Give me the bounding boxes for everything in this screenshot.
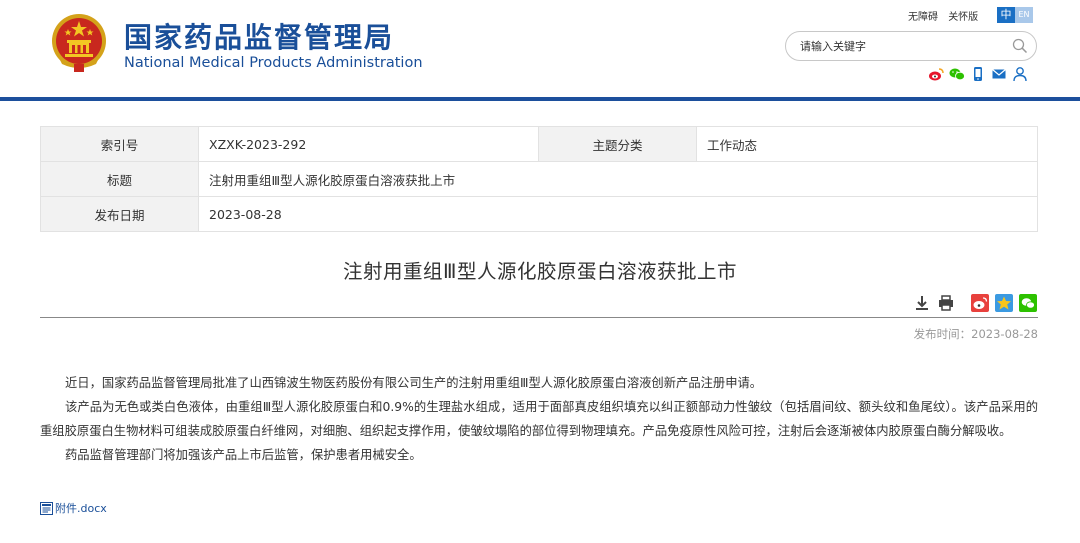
qzone-share-icon[interactable] [995, 294, 1013, 312]
attachment-label[interactable]: 附件.docx [55, 500, 107, 516]
site-title-cn[interactable]: 国家药品监督管理局 [124, 16, 394, 56]
date-value: 2023-08-28 [198, 196, 1038, 232]
download-icon[interactable] [913, 294, 931, 312]
search-box [785, 31, 1037, 61]
lang-en-button[interactable]: EN [1015, 7, 1033, 23]
wechat-icon[interactable] [949, 66, 965, 82]
header-divider-bar [0, 97, 1080, 101]
title-divider [40, 317, 1038, 318]
metadata-table: 索引号 XZXK-2023-292 主题分类 工作动态 标题 注射用重组Ⅲ型人源… [40, 126, 1038, 232]
site-title-en[interactable]: National Medical Products Administration [124, 55, 423, 71]
article-paragraph: 该产品为无色或类白色液体，由重组Ⅲ型人源化胶原蛋白和0.9%的生理盐水组成，适用… [40, 400, 1038, 438]
wechat-share-icon[interactable] [1019, 294, 1037, 312]
mobile-icon[interactable] [970, 66, 986, 82]
mail-icon[interactable] [991, 66, 1007, 82]
accessibility-link[interactable]: 无障碍 [908, 12, 938, 23]
category-value: 工作动态 [696, 126, 1038, 162]
table-row: 发布日期 2023-08-28 [40, 196, 1038, 232]
title-label: 标题 [40, 161, 199, 197]
site-header: 国家药品监督管理局 National Medical Products Admi… [0, 0, 1080, 97]
tools-spacer [961, 294, 965, 312]
weibo-share-icon[interactable] [971, 294, 989, 312]
care-version-link[interactable]: 关怀版 [948, 12, 978, 23]
article-paragraph: 药品监督管理部门将加强该产品上市后监管，保护患者用械安全。 [65, 448, 422, 462]
doc-file-icon [40, 501, 53, 515]
table-row: 标题 注射用重组Ⅲ型人源化胶原蛋白溶液获批上市 [40, 161, 1038, 197]
top-links: 无障碍 关怀版 [908, 8, 985, 23]
index-value: XZXK-2023-292 [198, 126, 539, 162]
category-label: 主题分类 [538, 126, 697, 162]
title-value: 注射用重组Ⅲ型人源化胶原蛋白溶液获批上市 [198, 161, 1038, 197]
date-label: 发布日期 [40, 196, 199, 232]
language-switch: 中 EN [997, 7, 1033, 23]
lang-zh-button[interactable]: 中 [997, 7, 1015, 23]
article-body: 近日，国家药品监督管理局批准了山西锦波生物医药股份有限公司生产的注射用重组Ⅲ型人… [40, 371, 1038, 467]
index-label: 索引号 [40, 126, 199, 162]
search-input[interactable] [800, 38, 1000, 54]
table-row: 索引号 XZXK-2023-292 主题分类 工作动态 [40, 126, 1038, 162]
publish-time: 发布时间：2023-08-28 [913, 327, 1038, 341]
search-icon[interactable] [1012, 38, 1028, 54]
article-paragraph: 近日，国家药品监督管理局批准了山西锦波生物医药股份有限公司生产的注射用重组Ⅲ型人… [65, 376, 763, 390]
user-icon[interactable] [1012, 66, 1028, 82]
attachment-link[interactable]: 附件.docx [40, 500, 107, 516]
national-emblem-icon[interactable] [50, 12, 108, 74]
print-icon[interactable] [937, 294, 955, 312]
social-links [928, 66, 1028, 82]
article-title: 注射用重组Ⅲ型人源化胶原蛋白溶液获批上市 [343, 260, 737, 283]
article-tools [913, 294, 1037, 312]
weibo-icon[interactable] [928, 66, 944, 82]
